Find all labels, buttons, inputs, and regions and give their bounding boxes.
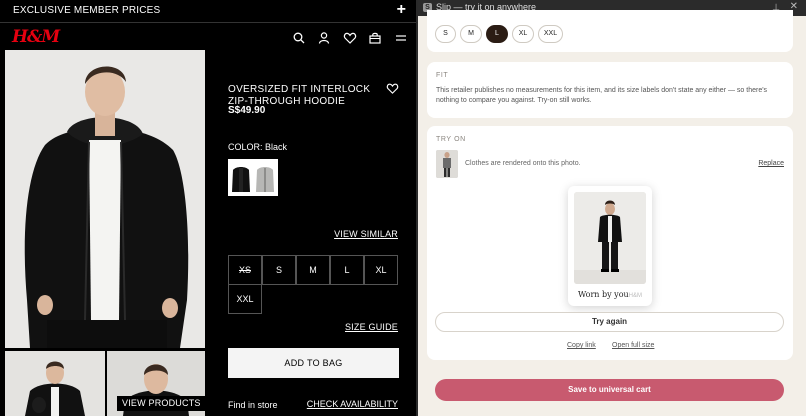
size-option-xl[interactable]: XL bbox=[364, 255, 398, 285]
worn-by-brand: H&M bbox=[628, 293, 643, 299]
view-products-button[interactable]: VIEW PRODUCTS bbox=[117, 396, 206, 411]
try-on-note: Clothes are rendered onto this photo. bbox=[465, 160, 581, 167]
member-banner[interactable]: EXCLUSIVE MEMBER PRICES + bbox=[0, 0, 416, 23]
ext-size-xxl[interactable]: XXL bbox=[538, 25, 563, 43]
open-full-size-link[interactable]: Open full size bbox=[612, 342, 654, 349]
color-swatches bbox=[228, 159, 278, 196]
try-on-result-card[interactable]: Worn by youH&M bbox=[568, 186, 652, 306]
fit-heading: FIT bbox=[436, 72, 449, 79]
find-in-store-label: Find in store bbox=[228, 400, 278, 410]
menu-icon[interactable] bbox=[394, 31, 408, 45]
hm-logo[interactable]: H&M bbox=[12, 27, 60, 47]
plus-icon[interactable]: + bbox=[397, 1, 406, 19]
size-option-m[interactable]: M bbox=[296, 255, 330, 285]
worn-by-caption: Worn by youH&M bbox=[568, 290, 652, 299]
banner-text: EXCLUSIVE MEMBER PRICES bbox=[13, 5, 161, 16]
try-again-button[interactable]: Try again bbox=[435, 312, 784, 332]
rendered-outfit-image bbox=[574, 192, 646, 284]
user-photo-thumbnail[interactable] bbox=[436, 150, 458, 178]
product-main-image[interactable] bbox=[5, 50, 205, 348]
ext-size-xl[interactable]: XL bbox=[512, 25, 534, 43]
swatch-grey[interactable] bbox=[254, 162, 276, 193]
swatch-black[interactable] bbox=[230, 162, 252, 193]
fit-card: FIT This retailer publishes no measureme… bbox=[427, 62, 793, 118]
size-option-s[interactable]: S bbox=[262, 255, 296, 285]
size-picker-card: S M L XL XXL bbox=[427, 10, 793, 52]
replace-photo-link[interactable]: Replace bbox=[758, 160, 784, 167]
view-similar-link[interactable]: VIEW SIMILAR bbox=[334, 229, 398, 239]
bag-icon[interactable] bbox=[368, 31, 382, 45]
ext-size-s[interactable]: S bbox=[435, 25, 456, 43]
check-availability-link[interactable]: CHECK AVAILABILITY bbox=[307, 399, 398, 409]
slip-extension-panel: S Slip — try it on anywhere ⊥ ✕ S M L XL… bbox=[418, 0, 806, 416]
model-thumbnail-image-1 bbox=[5, 351, 105, 416]
ext-size-l[interactable]: L bbox=[486, 25, 508, 43]
size-option-xs[interactable]: XS bbox=[228, 255, 262, 285]
color-label: COLOR: Black bbox=[228, 142, 288, 152]
account-icon[interactable] bbox=[317, 31, 331, 45]
ext-size-m[interactable]: M bbox=[460, 25, 482, 43]
fit-message: This retailer publishes no measurements … bbox=[436, 87, 768, 104]
product-price: S$49.90 bbox=[228, 105, 266, 116]
user-photo-image bbox=[436, 150, 458, 178]
favorites-icon[interactable] bbox=[343, 31, 357, 45]
store-page: EXCLUSIVE MEMBER PRICES + H&M VIEW PRODU… bbox=[0, 0, 416, 416]
try-on-card: TRY ON Clothes are rendered onto this ph… bbox=[427, 126, 793, 360]
model-in-hoodie-image bbox=[5, 50, 205, 348]
try-on-heading: TRY ON bbox=[436, 136, 466, 143]
search-icon[interactable] bbox=[292, 31, 306, 45]
worn-by-text: Worn by you bbox=[577, 290, 629, 299]
add-to-bag-button[interactable]: ADD TO BAG bbox=[228, 348, 399, 378]
size-option-l[interactable]: L bbox=[330, 255, 364, 285]
size-option-xxl[interactable]: XXL bbox=[228, 284, 262, 314]
heart-icon[interactable] bbox=[386, 82, 399, 95]
copy-link-button[interactable]: Copy link bbox=[567, 342, 596, 349]
try-on-result-image bbox=[574, 192, 646, 284]
product-thumbnail[interactable] bbox=[5, 351, 105, 416]
save-to-cart-button[interactable]: Save to universal cart bbox=[435, 379, 784, 401]
size-guide-link[interactable]: SIZE GUIDE bbox=[345, 322, 398, 332]
